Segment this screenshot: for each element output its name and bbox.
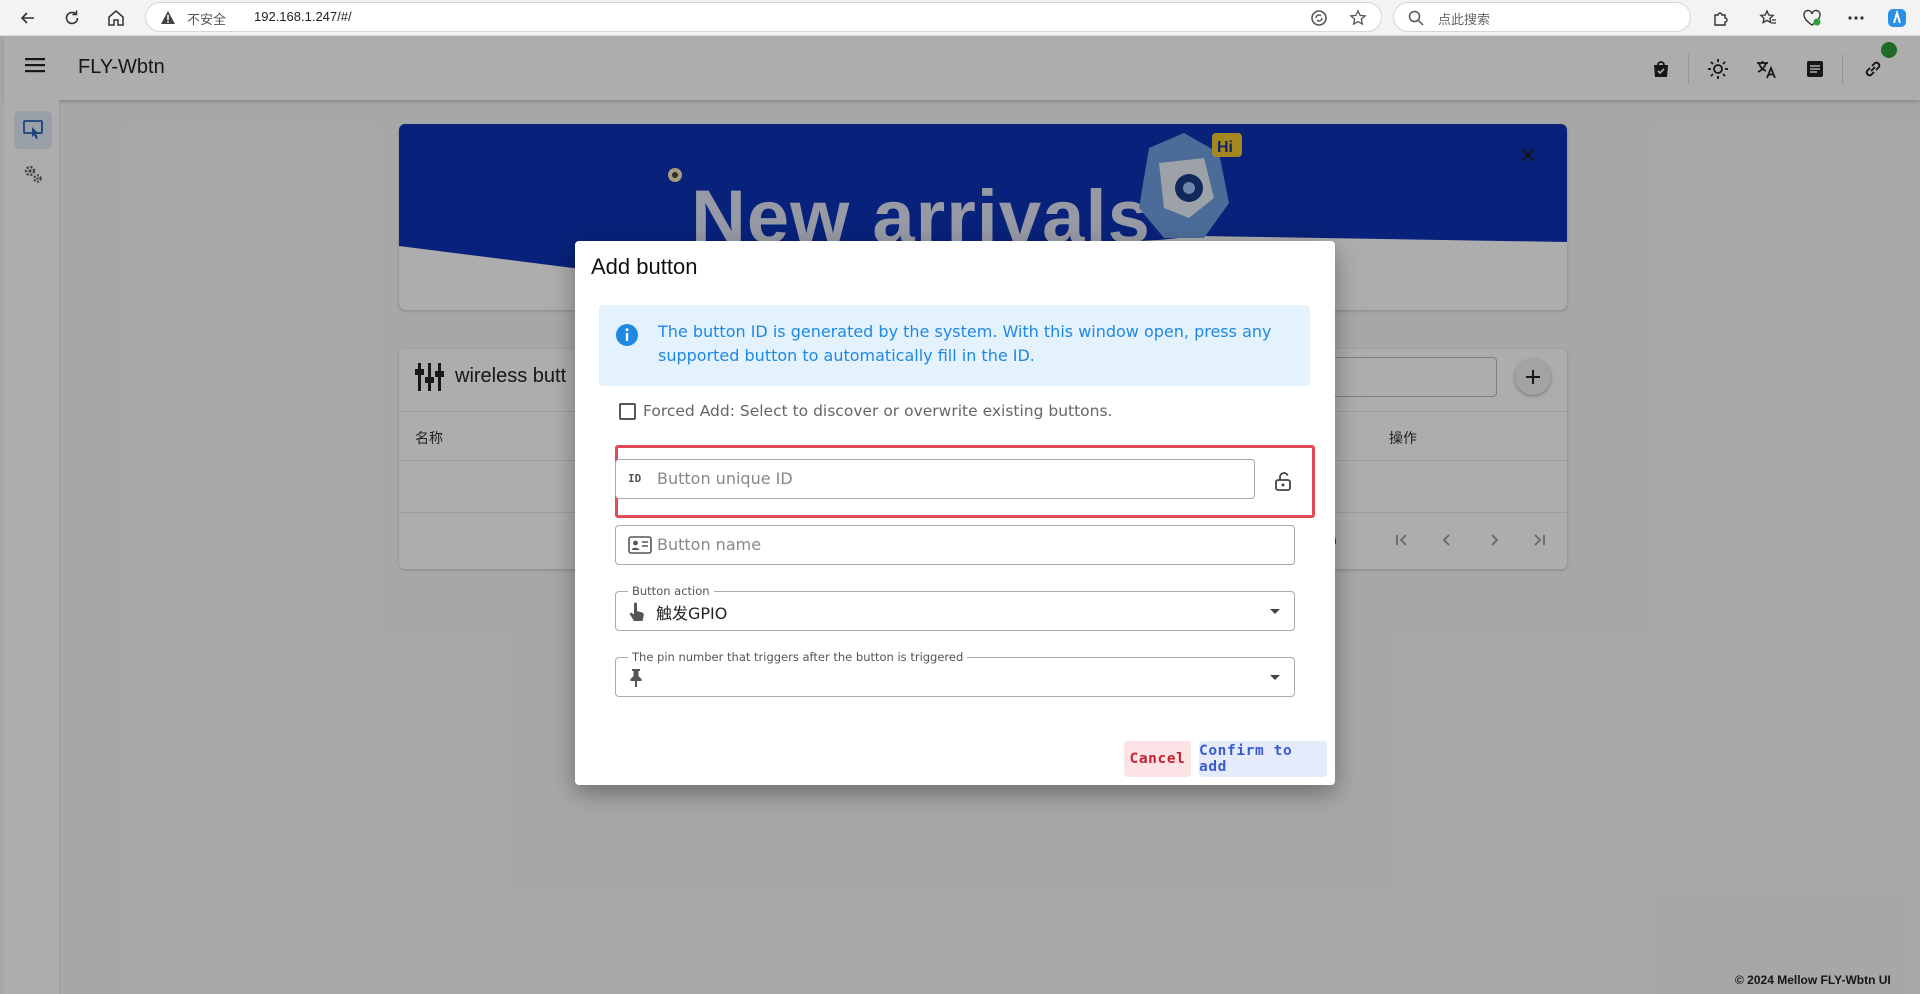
warning-icon <box>160 10 176 25</box>
info-message: The button ID is generated by the system… <box>658 322 1272 365</box>
search-placeholder: 点此搜索 <box>1438 13 1491 28</box>
forced-add-checkbox[interactable] <box>619 402 636 420</box>
home-icon[interactable] <box>102 4 130 32</box>
chevron-down-icon <box>1270 675 1280 680</box>
pin-number-legend: The pin number that triggers after the b… <box>628 650 968 664</box>
copilot-icon[interactable] <box>1883 4 1911 32</box>
button-id-input[interactable]: ID Button unique ID <box>615 459 1255 499</box>
button-action-legend: Button action <box>628 584 714 598</box>
favorite-star-icon[interactable] <box>1347 7 1369 29</box>
browser-toolbar: 不安全 192.168.1.247/#/ 点此搜索 <box>0 0 1920 36</box>
extensions-icon[interactable] <box>1706 4 1734 32</box>
unlock-icon[interactable] <box>1272 470 1294 492</box>
pin-number-select[interactable]: The pin number that triggers after the b… <box>615 650 1295 697</box>
id-icon: ID <box>628 472 642 485</box>
insecure-label: 不安全 <box>187 13 227 28</box>
browser-search-box[interactable]: 点此搜索 <box>1393 2 1691 32</box>
info-icon <box>615 323 639 347</box>
touch-icon <box>628 602 646 622</box>
back-arrow-icon[interactable] <box>14 4 42 32</box>
button-id-placeholder: Button unique ID <box>657 469 793 488</box>
button-action-select[interactable]: Button action 触发GPIO <box>615 584 1295 631</box>
read-aloud-icon[interactable] <box>1308 7 1330 29</box>
info-alert: The button ID is generated by the system… <box>599 305 1310 386</box>
pin-icon <box>628 668 644 688</box>
chevron-down-icon <box>1270 609 1280 614</box>
button-action-value: 触发GPIO <box>656 604 728 623</box>
address-bar[interactable]: 不安全 192.168.1.247/#/ <box>145 2 1382 32</box>
browser-essentials-icon[interactable] <box>1798 4 1826 32</box>
more-options-icon[interactable] <box>1842 4 1870 32</box>
url-text[interactable]: 192.168.1.247/#/ <box>254 9 352 24</box>
add-button-dialog: Add button The button ID is generated by… <box>575 241 1335 785</box>
cancel-button[interactable]: Cancel <box>1124 741 1191 777</box>
button-name-placeholder: Button name <box>657 535 762 554</box>
confirm-add-button[interactable]: Confirm to add <box>1199 741 1327 777</box>
dialog-title: Add button <box>591 254 698 279</box>
forced-add-label: Forced Add: Select to discover or overwr… <box>643 402 1113 420</box>
search-icon <box>1408 10 1424 26</box>
button-name-input[interactable]: Button name <box>615 525 1295 565</box>
forced-add-option[interactable]: Forced Add: Select to discover or overwr… <box>619 402 1113 420</box>
favorites-icon[interactable] <box>1754 4 1782 32</box>
refresh-icon[interactable] <box>58 4 86 32</box>
contact-card-icon <box>628 536 652 554</box>
